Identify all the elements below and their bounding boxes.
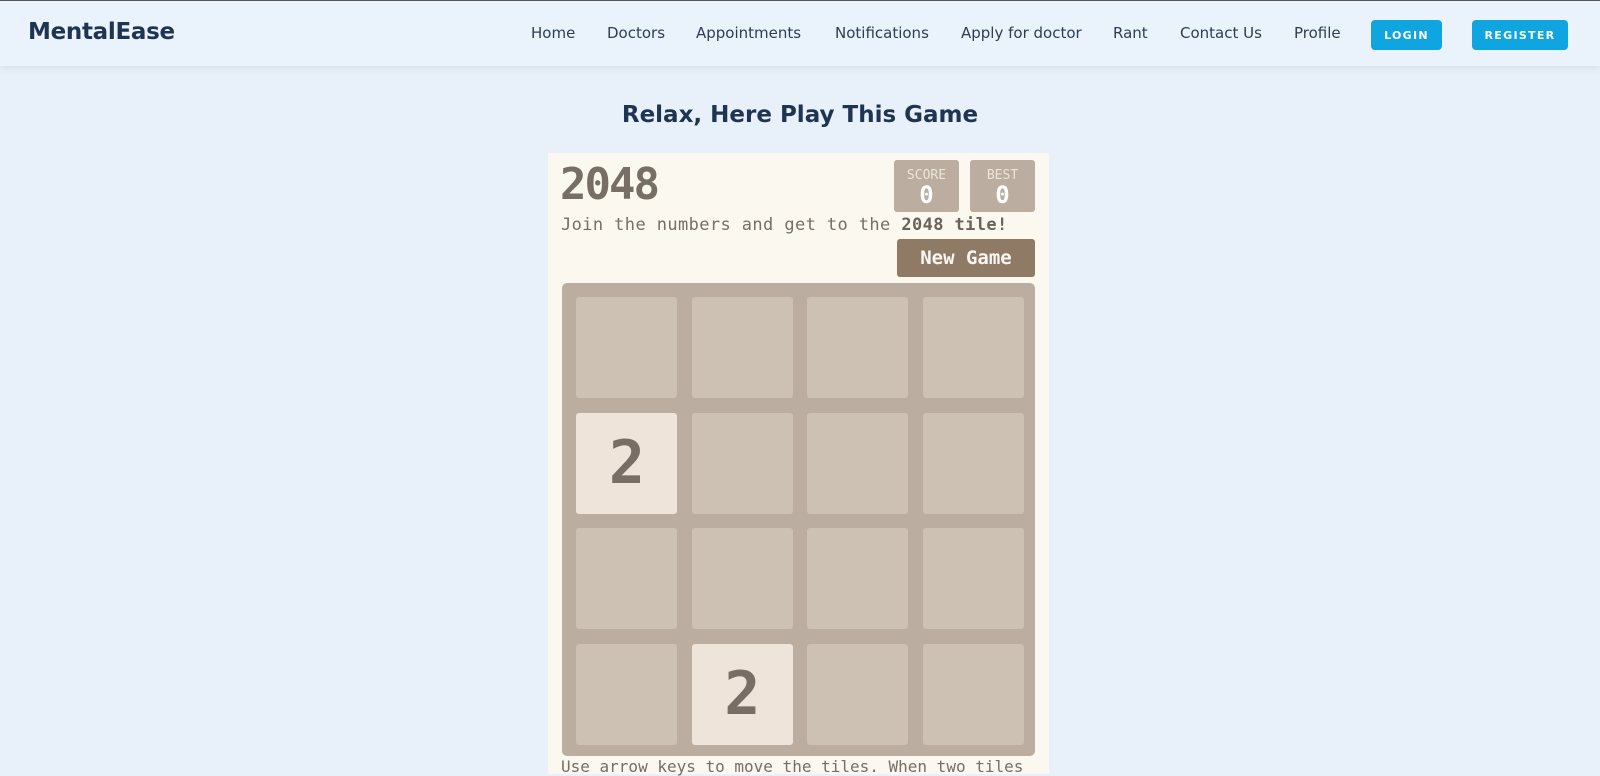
grid-cell xyxy=(807,643,909,745)
grid-cell xyxy=(922,412,1024,514)
grid-cell xyxy=(807,412,909,514)
grid-cell xyxy=(691,412,793,514)
game-instructions: Use arrow keys to move the tiles. When t… xyxy=(561,757,1024,776)
page-title: Relax, Here Play This Game xyxy=(621,102,979,128)
nav-link-apply-for-doctor[interactable]: Apply for doctor xyxy=(961,24,1082,42)
nav-link-doctors[interactable]: Doctors xyxy=(607,24,665,42)
grid-cell xyxy=(576,297,678,399)
intro-text: Join the numbers and get to the xyxy=(561,215,891,235)
tile: 2 xyxy=(576,412,678,514)
intro-bold-text: 2048 tile! xyxy=(901,215,1008,235)
grid-cell xyxy=(691,297,793,399)
grid-cell xyxy=(807,297,909,399)
grid-cell xyxy=(691,528,793,630)
nav-link-profile[interactable]: Profile xyxy=(1294,24,1341,42)
game-title: 2048 xyxy=(560,159,660,210)
tile-value: 2 xyxy=(608,428,645,499)
nav-link-rant[interactable]: Rant xyxy=(1113,24,1148,42)
grid-cell xyxy=(922,643,1024,745)
login-button[interactable]: LOGIN xyxy=(1371,20,1442,50)
grid-cell xyxy=(807,528,909,630)
grid-cell xyxy=(576,643,678,745)
nav-links: Home Doctors Appointments Notifications … xyxy=(0,24,1600,44)
new-game-button[interactable]: New Game xyxy=(897,239,1035,277)
best-value: 0 xyxy=(995,181,1010,209)
game-intro: Join the numbers and get to the 2048 til… xyxy=(561,215,1008,235)
score-value: 0 xyxy=(919,181,934,209)
navbar: MentalEase Home Doctors Appointments Not… xyxy=(0,0,1600,66)
tile-value: 2 xyxy=(724,659,761,730)
nav-link-notifications[interactable]: Notifications xyxy=(835,24,929,42)
grid-cell xyxy=(576,528,678,630)
game-board[interactable]: 22 xyxy=(562,283,1035,756)
grid-cell xyxy=(922,297,1024,399)
nav-link-home[interactable]: Home xyxy=(531,24,575,42)
tile: 2 xyxy=(691,643,793,745)
register-button[interactable]: REGISTER xyxy=(1472,20,1568,50)
nav-link-contact-us[interactable]: Contact Us xyxy=(1180,24,1262,42)
score-box: SCORE 0 xyxy=(894,160,959,212)
nav-link-appointments[interactable]: Appointments xyxy=(696,24,801,42)
game-2048-panel: 2048 SCORE 0 BEST 0 Join the numbers and… xyxy=(548,153,1049,776)
grid-cell xyxy=(922,528,1024,630)
best-score-box: BEST 0 xyxy=(970,160,1035,212)
